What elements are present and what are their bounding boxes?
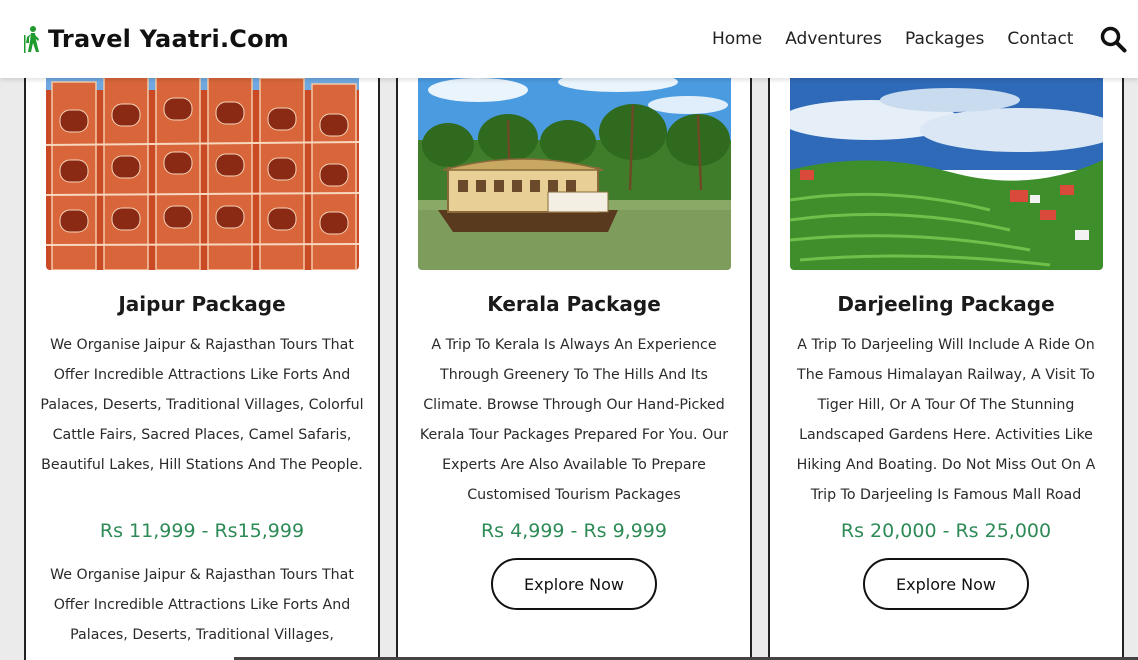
package-card-jaipur: Jaipur Package We Organise Jaipur & Raja…: [24, 40, 380, 660]
explore-now-button[interactable]: Explore Now: [863, 558, 1029, 610]
main-nav: Home Adventures Packages Contact: [712, 27, 1096, 51]
nav-home[interactable]: Home: [712, 27, 762, 51]
package-card-darjeeling: Darjeeling Package A Trip To Darjeeling …: [768, 40, 1124, 660]
darjeeling-image: [790, 60, 1103, 270]
card-price: Rs 20,000 - Rs 25,000: [840, 520, 1052, 542]
nav-packages[interactable]: Packages: [905, 27, 984, 51]
card-price: Rs 11,999 - Rs15,999: [99, 520, 305, 542]
brand-logo[interactable]: Travel Yaatri.Com: [22, 22, 289, 56]
explore-now-button[interactable]: Explore Now: [491, 558, 657, 610]
package-card-kerala: Kerala Package A Trip To Kerala Is Alway…: [396, 40, 752, 660]
brand-name[interactable]: Travel Yaatri.Com: [48, 25, 289, 53]
jaipur-image: [46, 60, 359, 270]
card-title: Kerala Package: [487, 292, 661, 316]
nav-adventures[interactable]: Adventures: [785, 27, 882, 51]
nav-contact[interactable]: Contact: [1007, 27, 1073, 51]
card-description: We Organise Jaipur & Rajasthan Tours Tha…: [40, 337, 364, 473]
search-icon[interactable]: [1099, 25, 1127, 53]
card-description: A Trip To Kerala Is Always An Experience…: [419, 337, 729, 503]
card-price: Rs 4,999 - Rs 9,999: [480, 520, 667, 542]
card-title: Jaipur Package: [118, 292, 286, 316]
kerala-image: [418, 60, 731, 270]
navbar: Travel Yaatri.Com Home Adventures Packag…: [0, 0, 1138, 78]
card-description: A Trip To Darjeeling Will Include A Ride…: [796, 337, 1096, 503]
card-description-repeat: We Organise Jaipur & Rajasthan Tours Tha…: [50, 567, 354, 643]
hiker-icon: [24, 26, 39, 53]
card-title: Darjeeling Package: [837, 292, 1055, 316]
